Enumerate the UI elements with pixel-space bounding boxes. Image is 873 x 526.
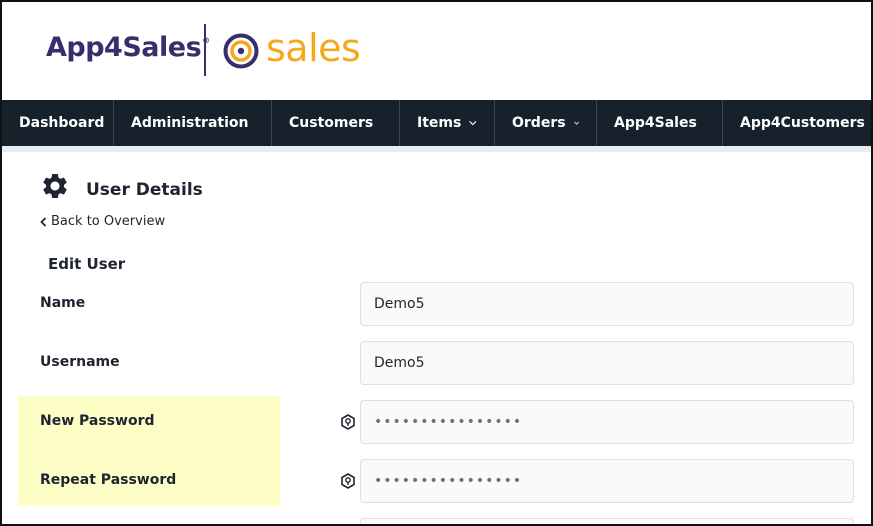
password-generate-icon[interactable] bbox=[340, 414, 356, 430]
password-generate-icon[interactable] bbox=[340, 473, 356, 489]
chevron-down-icon bbox=[573, 121, 579, 125]
next-field-input[interactable] bbox=[360, 518, 854, 524]
target-icon bbox=[223, 33, 259, 69]
new-password-input[interactable] bbox=[360, 400, 854, 444]
nav-item-dashboard[interactable]: Dashboard bbox=[2, 100, 114, 146]
nav-item-label: Orders bbox=[512, 115, 566, 131]
page-title: User Details bbox=[86, 180, 203, 200]
nav-item-app4sales[interactable]: App4Sales bbox=[597, 100, 723, 146]
chevron-left-icon bbox=[40, 216, 47, 227]
nav-item-label: App4Customers bbox=[740, 115, 865, 131]
nav-item-items[interactable]: Items bbox=[400, 100, 495, 146]
chevron-down-icon bbox=[469, 120, 477, 126]
main-nav: Dashboard Administration Customers Items… bbox=[2, 100, 871, 146]
nav-item-administration[interactable]: Administration bbox=[114, 100, 272, 146]
name-label: Name bbox=[40, 295, 86, 311]
logo-divider bbox=[204, 24, 206, 76]
nav-item-label: Dashboard bbox=[19, 115, 105, 131]
nav-item-label: Customers bbox=[289, 115, 374, 131]
new-password-label: New Password bbox=[40, 413, 155, 429]
logo-primary-text: App4Sales bbox=[46, 32, 202, 63]
chevron-down-icon bbox=[381, 122, 382, 124]
back-to-overview-link[interactable]: Back to Overview bbox=[40, 214, 165, 229]
name-input[interactable] bbox=[360, 282, 854, 326]
nav-underline bbox=[2, 146, 871, 152]
header: App4Sales® sales bbox=[2, 2, 871, 100]
nav-item-label: Administration bbox=[131, 115, 249, 131]
gear-icon bbox=[43, 174, 67, 198]
repeat-password-input[interactable] bbox=[360, 459, 854, 503]
section-title: Edit User bbox=[48, 255, 126, 273]
app-window: App4Sales® sales Dashboard Administratio… bbox=[0, 0, 873, 526]
username-input[interactable] bbox=[360, 341, 854, 385]
back-link-label: Back to Overview bbox=[51, 214, 166, 229]
nav-item-label: App4Sales bbox=[614, 115, 697, 131]
repeat-password-label: Repeat Password bbox=[40, 472, 177, 488]
nav-item-label: Items bbox=[417, 115, 462, 131]
sales-logo-text: sales bbox=[266, 26, 361, 70]
nav-item-orders[interactable]: Orders bbox=[495, 100, 597, 146]
app4sales-logo[interactable]: App4Sales® bbox=[46, 32, 210, 63]
username-label: Username bbox=[40, 354, 120, 370]
nav-item-app4customers[interactable]: App4Customers bbox=[723, 100, 871, 146]
nav-item-customers[interactable]: Customers bbox=[272, 100, 400, 146]
